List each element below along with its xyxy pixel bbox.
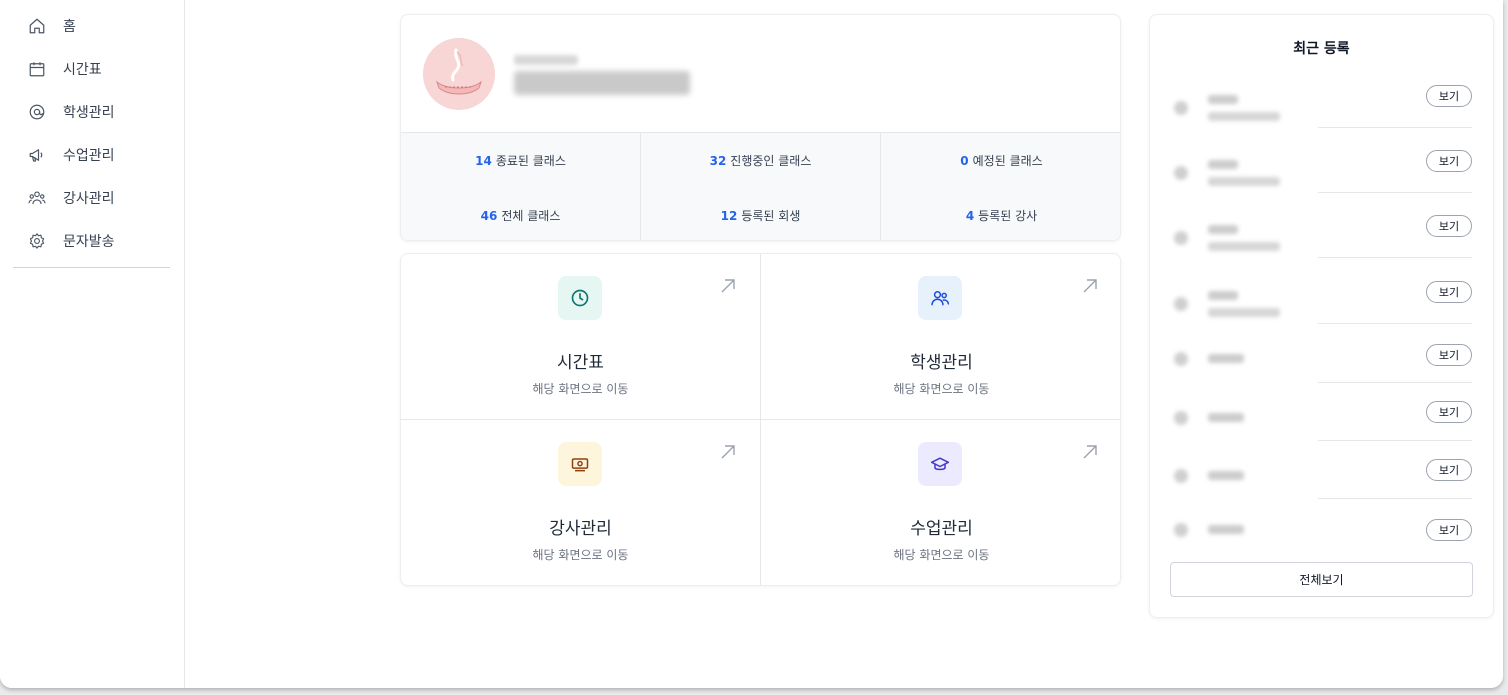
list-item: 보기 (1170, 281, 1472, 324)
app-window: 홈 시간표 학생관리 수업관리 강사관리 문자발송 14 종료된 클래스 32 … (0, 0, 1503, 688)
sidebar-nav: 홈 시간표 학생관리 수업관리 강사관리 문자발송 (13, 4, 170, 262)
recent-title: 최근 등록 (1293, 41, 1350, 57)
quick-link-title: 강사관리 (549, 519, 612, 539)
avatar (1174, 101, 1188, 115)
users-icon (28, 190, 46, 204)
sidebar-item-label: 시간표 (63, 61, 102, 78)
view-button[interactable]: 보기 (1426, 281, 1472, 303)
at-sign-icon (29, 104, 45, 119)
stats-grid: 14 종료된 클래스 32 진행중인 클래스 0 예정된 클래스 46 전체 클래스 1… (401, 132, 1120, 240)
blurred-name (1208, 291, 1238, 300)
quick-link-title: 시간표 (557, 353, 604, 373)
avatar (1174, 411, 1188, 425)
stat-ended-classes: 14 종료된 클래스 (401, 133, 641, 188)
arrow-up-right-icon (721, 445, 735, 459)
view-all-button[interactable]: 전체보기 (1170, 562, 1473, 597)
academy-logo (423, 38, 495, 110)
sidebar-item-teachers[interactable]: 강사관리 (13, 176, 170, 219)
stat-scheduled-classes: 0 예정된 클래스 (960, 153, 1043, 169)
megaphone-icon (29, 148, 43, 162)
stat-registered-teachers: 4 등록된 강사 (965, 208, 1038, 224)
sidebar-item-classes[interactable]: 수업관리 (13, 133, 170, 176)
view-button[interactable]: 보기 (1426, 401, 1472, 423)
avatar (423, 38, 495, 110)
view-button[interactable]: 보기 (1426, 459, 1472, 481)
sidebar-item-students[interactable]: 학생관리 (13, 90, 170, 133)
blurred-detail (1208, 112, 1280, 121)
quick-link-title: 수업관리 (910, 519, 973, 539)
quick-link-classes[interactable]: 수업관리 해당 화면으로 이동 (761, 420, 1120, 585)
quick-link-subtitle: 해당 화면으로 이동 (532, 548, 629, 562)
profile-card: 14 종료된 클래스 32 진행중인 클래스 0 예정된 클래스 46 전체 클래스 1… (400, 14, 1121, 241)
blurred-name (1208, 413, 1244, 422)
sidebar-divider (13, 267, 170, 268)
sidebar: 홈 시간표 학생관리 수업관리 강사관리 문자발송 (0, 0, 185, 688)
avatar (1174, 231, 1188, 245)
profile-header (401, 15, 1120, 132)
view-button[interactable]: 보기 (1426, 215, 1472, 237)
quick-link-timetable[interactable]: 시간표 해당 화면으로 이동 (401, 254, 761, 420)
sidebar-item-label: 강사관리 (63, 190, 115, 207)
blurred-detail (1208, 308, 1280, 317)
graduation-cap-icon (918, 442, 962, 486)
recent-registrations-panel: 최근 등록 보기 보기 보기 보기 보기 보기 보기 보기 전체보기 (1149, 14, 1494, 618)
blurred-detail (1208, 242, 1280, 251)
list-item: 보기 (1170, 401, 1472, 441)
sidebar-item-label: 홈 (63, 18, 76, 35)
academy-name-blurred (514, 55, 690, 95)
list-item: 보기 (1170, 459, 1472, 499)
list-item: 보기 (1170, 344, 1472, 383)
list-item: 보기 (1170, 150, 1472, 193)
blurred-name (1208, 354, 1244, 363)
avatar (1174, 469, 1188, 483)
sidebar-item-label: 학생관리 (63, 104, 115, 121)
view-button[interactable]: 보기 (1426, 519, 1472, 541)
quick-link-title: 학생관리 (910, 353, 973, 373)
view-button[interactable]: 보기 (1426, 150, 1472, 172)
blurred-detail (1208, 177, 1280, 186)
sidebar-item-label: 문자발송 (63, 233, 115, 250)
blurred-name (1208, 471, 1244, 480)
quick-link-subtitle: 해당 화면으로 이동 (532, 382, 629, 396)
avatar (1174, 352, 1188, 366)
list-item: 보기 (1170, 215, 1472, 258)
quick-link-teachers[interactable]: 강사관리 해당 화면으로 이동 (401, 420, 761, 585)
view-button[interactable]: 보기 (1426, 85, 1472, 107)
arrow-up-right-icon (721, 279, 735, 293)
arrow-up-right-icon (1083, 445, 1097, 459)
quick-link-subtitle: 해당 화면으로 이동 (893, 382, 990, 396)
banknote-icon (558, 442, 602, 486)
arrow-up-right-icon (1083, 279, 1097, 293)
blurred-name (1208, 225, 1238, 234)
sidebar-item-home[interactable]: 홈 (13, 4, 170, 47)
stat-total-classes: 46 전체 클래스 (401, 188, 641, 240)
quick-link-subtitle: 해당 화면으로 이동 (893, 548, 990, 562)
home-icon (29, 18, 45, 33)
clock-icon (558, 276, 602, 320)
quick-link-students[interactable]: 학생관리 해당 화면으로 이동 (761, 254, 1120, 420)
blurred-name (1208, 160, 1238, 169)
sidebar-item-sms[interactable]: 문자발송 (13, 219, 170, 262)
avatar (1174, 166, 1188, 180)
stat-ongoing-classes: 32 진행중인 클래스 (641, 133, 881, 188)
blurred-name (1208, 525, 1244, 534)
list-item: 보기 (1170, 517, 1472, 543)
quick-links: 시간표 해당 화면으로 이동 학생관리 해당 화면으로 이동 강사관리 해당 화… (400, 253, 1121, 586)
blurred-name (1208, 95, 1238, 104)
gear-icon (29, 232, 45, 249)
avatar (1174, 523, 1188, 537)
sidebar-item-label: 수업관리 (63, 147, 115, 164)
sidebar-item-timetable[interactable]: 시간표 (13, 47, 170, 90)
stat-registered-students: 12 등록된 회생 (641, 188, 881, 240)
view-button[interactable]: 보기 (1426, 344, 1472, 366)
calendar-icon (29, 61, 45, 76)
users-icon (918, 276, 962, 320)
avatar (1174, 297, 1188, 311)
list-item: 보기 (1170, 85, 1472, 128)
